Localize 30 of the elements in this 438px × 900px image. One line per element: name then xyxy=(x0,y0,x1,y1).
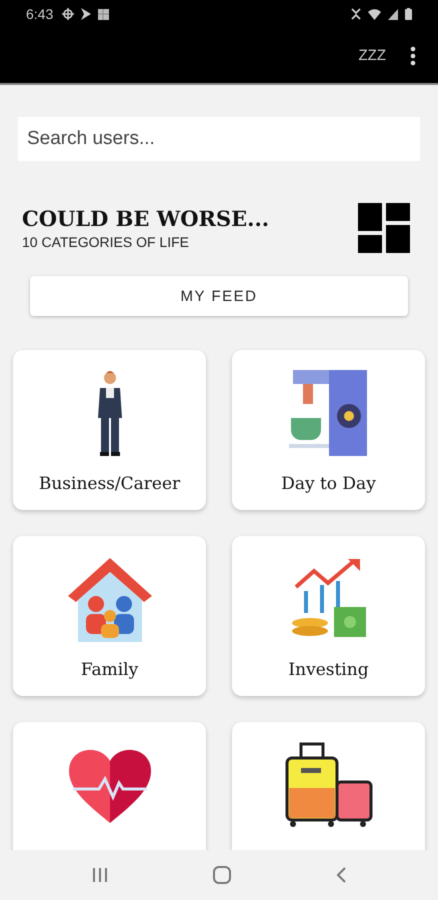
category-card[interactable]: Family xyxy=(13,536,206,696)
home-icon[interactable] xyxy=(212,866,231,884)
category-card[interactable]: Day to Day xyxy=(232,350,425,510)
category-label: Day to Day xyxy=(281,474,376,494)
signal-icon xyxy=(388,8,398,20)
subtitle: 10 CATEGORIES OF LIFE xyxy=(22,234,190,250)
recent-apps-icon[interactable] xyxy=(92,867,108,883)
clock: 6:43 xyxy=(26,6,54,22)
search-field[interactable]: Search users... xyxy=(18,117,420,161)
coffee-machine-icon xyxy=(288,370,368,456)
wifi-icon xyxy=(368,8,381,20)
category-card[interactable] xyxy=(232,722,425,850)
battery-icon xyxy=(405,8,412,20)
image-icon xyxy=(98,8,110,20)
category-card[interactable]: Investing xyxy=(232,536,425,696)
my-feed-button[interactable]: MY FEED xyxy=(30,276,408,316)
category-label: Family xyxy=(80,660,138,680)
category-card[interactable]: Business/Career xyxy=(13,350,206,510)
action-button[interactable]: ZZZ xyxy=(356,45,388,66)
location-icon xyxy=(62,8,74,20)
heartbeat-icon xyxy=(66,747,152,823)
app-title: COULD BE WORSE... xyxy=(22,206,270,231)
category-label: Business/Career xyxy=(38,474,180,494)
more-icon[interactable] xyxy=(410,46,416,66)
house-family-icon xyxy=(66,556,154,642)
back-icon[interactable] xyxy=(336,867,346,883)
grid-layout-icon[interactable] xyxy=(358,203,410,253)
category-label: Investing xyxy=(288,660,369,680)
send-icon xyxy=(81,8,92,20)
luggage-icon xyxy=(284,742,372,828)
